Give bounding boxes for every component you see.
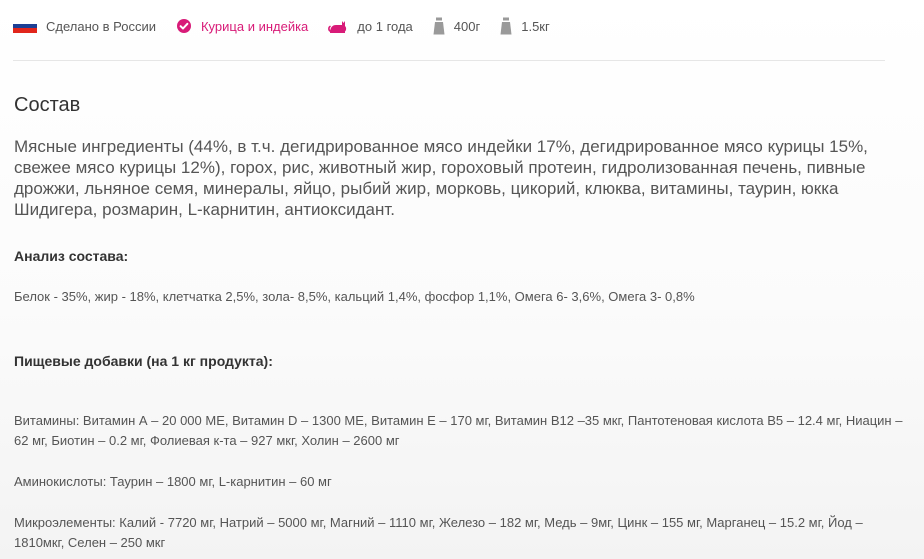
attribute-country: Сделано в России <box>13 19 156 34</box>
attribute-age-label: до 1 года <box>357 18 413 34</box>
product-attributes-bar: Сделано в России Курица и индейка до 1 г… <box>13 14 570 38</box>
attribute-weight-large-label: 1.5кг <box>521 18 550 34</box>
analysis-title: Анализ состава: <box>14 248 129 264</box>
attribute-weight-small: 400г <box>433 17 480 35</box>
section-divider <box>13 60 885 61</box>
attribute-flavor-label: Курица и индейка <box>200 18 309 34</box>
check-circle-icon <box>176 18 192 34</box>
cat-icon <box>328 18 348 34</box>
attribute-weight-small-label: 400г <box>453 18 481 34</box>
additives-vitamins: Витамины: Витамин А – 20 000 МЕ, Витамин… <box>14 413 903 448</box>
additives-microelements: Микроэлементы: Калий - 7720 мг, Натрий –… <box>14 515 863 550</box>
russia-flag-icon <box>13 19 37 34</box>
product-composition-page: Сделано в России Курица и индейка до 1 г… <box>0 0 924 559</box>
attribute-flavor[interactable]: Курица и индейка <box>176 18 308 34</box>
composition-text: Мясные ингредиенты (44%, в т.ч. дегидрир… <box>14 137 868 219</box>
analysis-text: Белок - 35%, жир - 18%, клетчатка 2,5%, … <box>14 289 695 304</box>
bag-icon <box>433 17 445 35</box>
additives-title: Пищевые добавки (на 1 кг продукта): <box>14 353 273 369</box>
additives-amino-acids: Аминокислоты: Таурин – 1800 мг, L-карнит… <box>14 474 332 489</box>
attribute-weight-large: 1.5кг <box>500 17 550 35</box>
attribute-age: до 1 года <box>328 18 413 34</box>
composition-title: Состав <box>14 94 81 116</box>
attribute-country-label: Сделано в России <box>46 18 156 34</box>
bag-icon <box>500 17 512 35</box>
